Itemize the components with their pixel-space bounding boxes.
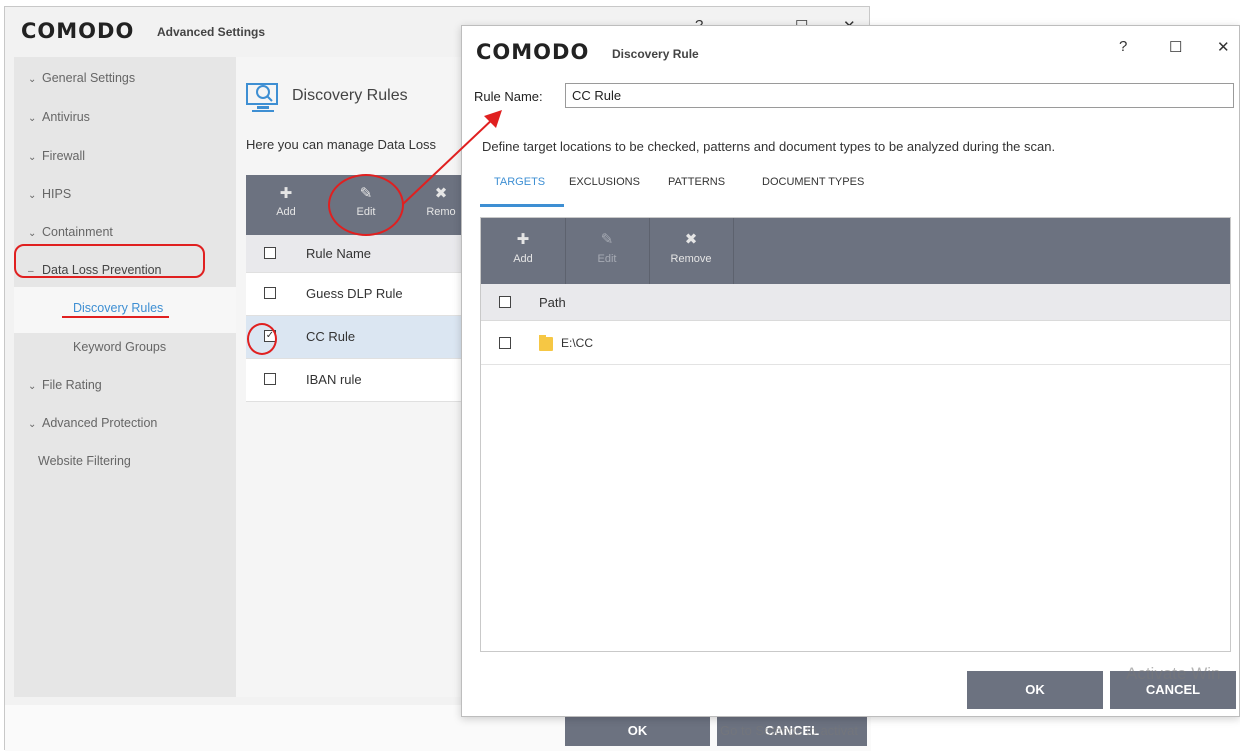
activation-watermark: Activate Win: [1126, 664, 1221, 683]
annotation-circle-checkbox: [247, 323, 277, 355]
sidebar-item-hips[interactable]: ⌄ HIPS: [28, 187, 71, 201]
plus-icon: ✚: [516, 231, 530, 248]
close-button[interactable]: ✕: [1217, 38, 1230, 56]
table-row[interactable]: IBAN rule: [246, 359, 476, 402]
sidebar-item-label: HIPS: [42, 187, 72, 201]
targets-panel: ✚ Add ✎ Edit ✖ Remove Path E:\CC: [480, 217, 1231, 652]
sidebar-subitem-keyword-groups[interactable]: Keyword Groups: [73, 340, 166, 354]
comodo-logo: COMODO: [476, 40, 590, 64]
sidebar-item-antivirus[interactable]: ⌄ Antivirus: [28, 110, 90, 124]
select-all-checkbox[interactable]: [264, 247, 276, 259]
tab-document-types[interactable]: DOCUMENT TYPES: [762, 176, 864, 188]
toolbar-divider: [733, 218, 734, 284]
row-checkbox[interactable]: [264, 373, 276, 385]
comodo-logo: COMODO: [21, 19, 135, 43]
sidebar-item-label: File Rating: [42, 378, 102, 392]
column-header-rule-name: Rule Name: [306, 246, 372, 261]
chevron-down-icon: ⌄: [28, 74, 37, 85]
help-button[interactable]: ?: [1119, 38, 1127, 55]
rule-name-cell: Guess DLP Rule: [306, 286, 403, 301]
annotation-highlight-dlp: [14, 244, 205, 278]
remove-label: Remove: [670, 253, 712, 265]
dialog-description: Define target locations to be checked, p…: [482, 139, 1056, 154]
column-header-path: Path: [539, 295, 566, 310]
table-row[interactable]: ✓ CC Rule: [246, 316, 476, 359]
discovery-rule-dialog: COMODO Discovery Rule ? ☐ ✕ Rule Name: D…: [461, 25, 1240, 717]
table-row[interactable]: Guess DLP Rule: [246, 273, 476, 316]
activation-watermark-sub: Go to Settings to activat: [720, 723, 859, 738]
rule-name-cell: CC Rule: [306, 329, 356, 344]
row-checkbox[interactable]: [264, 287, 276, 299]
annotation-underline: [62, 316, 169, 318]
rule-name-cell: IBAN rule: [306, 372, 362, 387]
page-title: Discovery Rules: [292, 87, 408, 104]
add-label: Add: [276, 206, 296, 218]
rule-name-input[interactable]: [565, 83, 1234, 108]
chevron-down-icon: ⌄: [28, 228, 37, 239]
sidebar-item-label: Advanced Protection: [42, 416, 158, 430]
chevron-down-icon: ⌄: [28, 381, 37, 392]
sidebar-item-label: General Settings: [42, 71, 136, 85]
add-rule-button[interactable]: ✚ Add: [246, 175, 326, 235]
remove-target-button[interactable]: ✖ Remove: [649, 218, 733, 284]
chevron-down-icon: ⌄: [28, 152, 37, 163]
maximize-button[interactable]: ☐: [1169, 38, 1182, 56]
discovery-rules-icon: [246, 83, 278, 112]
tab-patterns[interactable]: PATTERNS: [668, 176, 725, 188]
chevron-down-icon: ⌄: [28, 419, 37, 430]
tab-exclusions[interactable]: EXCLUSIONS: [569, 176, 640, 188]
chevron-down-icon: ⌄: [28, 113, 37, 124]
sidebar-item-containment[interactable]: ⌄ Containment: [28, 225, 113, 239]
sidebar-item-label: Containment: [42, 225, 113, 239]
row-checkbox[interactable]: [499, 337, 511, 349]
annotation-circle-edit: [328, 174, 404, 236]
settings-sidebar: ⌄ General Settings ⌄ Antivirus ⌄ Firewall ⌄…: [14, 57, 236, 697]
edit-label: Edit: [597, 253, 617, 265]
path-table-header: Path: [481, 284, 1230, 321]
sidebar-item-website-filtering[interactable]: Website Filtering: [38, 454, 131, 468]
table-row[interactable]: E:\CC: [481, 322, 1230, 365]
select-all-checkbox[interactable]: [499, 296, 511, 308]
sidebar-item-file-rating[interactable]: ⌄ File Rating: [28, 378, 102, 392]
rule-name-label: Rule Name:: [474, 89, 543, 104]
sidebar-item-general-settings[interactable]: ⌄ General Settings: [28, 71, 135, 85]
dialog-ok-button[interactable]: OK: [967, 671, 1103, 709]
pencil-icon: ✎: [600, 231, 614, 248]
path-cell: E:\CC: [561, 336, 594, 350]
add-label: Add: [513, 253, 533, 265]
add-target-button[interactable]: ✚ Add: [481, 218, 565, 284]
rules-table: Rule Name Guess DLP Rule ✓ CC Rule IBAN …: [246, 235, 476, 402]
sidebar-item-firewall[interactable]: ⌄ Firewall: [28, 149, 85, 163]
main-ok-button[interactable]: OK: [565, 716, 710, 746]
x-icon: ✖: [684, 231, 698, 248]
plus-icon: ✚: [279, 185, 293, 202]
window-title: Advanced Settings: [157, 25, 266, 39]
sidebar-subitem-discovery-rules[interactable]: Discovery Rules: [73, 301, 163, 315]
edit-target-button[interactable]: ✎ Edit: [565, 218, 649, 284]
table-header: Rule Name: [246, 235, 476, 273]
sidebar-item-advanced-protection[interactable]: ⌄ Advanced Protection: [28, 416, 157, 430]
sidebar-item-label: Antivirus: [42, 110, 90, 124]
targets-toolbar: ✚ Add ✎ Edit ✖ Remove: [481, 218, 1230, 284]
dialog-title: Discovery Rule: [612, 47, 699, 61]
chevron-down-icon: ⌄: [28, 190, 37, 201]
folder-icon: [539, 335, 553, 351]
annotation-arrow: [402, 110, 502, 205]
sidebar-item-label: Firewall: [42, 149, 86, 163]
